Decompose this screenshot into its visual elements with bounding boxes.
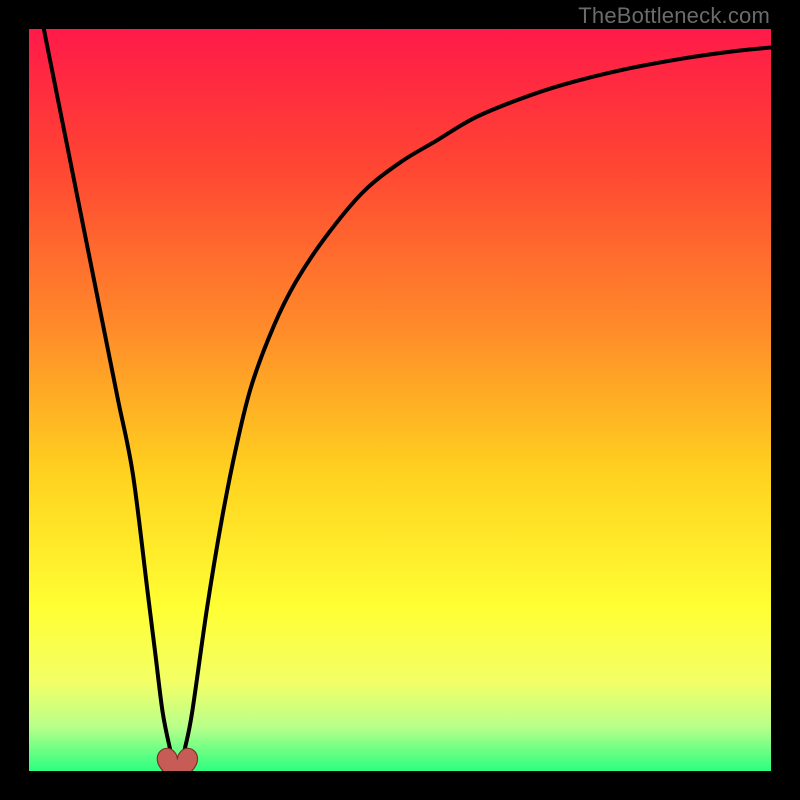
chart-svg	[29, 29, 771, 771]
chart-background-gradient	[29, 29, 771, 771]
chart-plot-area	[29, 29, 771, 771]
watermark-text: TheBottleneck.com	[578, 3, 770, 29]
